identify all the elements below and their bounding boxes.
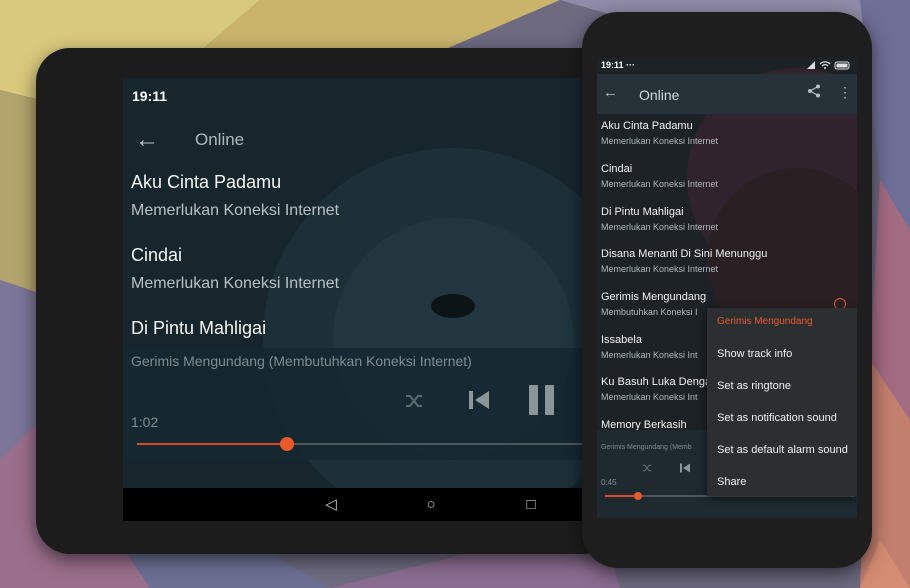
list-item[interactable]: Issabela Memerlukan Koneksi Int — [601, 334, 698, 360]
song-status: Memerlukan Koneksi Internet — [131, 275, 340, 292]
nav-recents-icon[interactable]: □ — [521, 495, 541, 515]
song-status: Memerlukan Koneksi Int — [601, 392, 698, 402]
phone-screen: 19:11 ··· ← Online ⋮ Aku Cinta Padamu Me… — [597, 58, 857, 518]
list-item[interactable]: Di Pintu Mahligai Memerlukan Koneksi Int… — [601, 206, 718, 232]
shuffle-icon[interactable] — [641, 462, 653, 474]
app-bar: ← Online — [123, 114, 593, 166]
navigation-bar: ◁ ○ □ — [123, 488, 593, 521]
list-item[interactable]: Ku Basuh Luka Denga Memerlukan Koneksi I… — [601, 376, 711, 402]
song-status: Memerlukan Koneksi Internet — [601, 136, 719, 146]
nav-back-icon[interactable]: ◁ — [321, 495, 341, 515]
context-menu: Gerimis Mengundang Show track info Set a… — [707, 308, 857, 496]
status-icons — [807, 60, 851, 72]
seek-progress — [137, 443, 288, 445]
shuffle-icon[interactable] — [403, 390, 425, 412]
status-time: 19:11 — [132, 88, 168, 104]
song-title: Aku Cinta Padamu — [131, 172, 282, 192]
list-item[interactable]: Gerimis Mengundang Membutuhkan Koneksi I — [601, 291, 706, 317]
song-status: Memerlukan Koneksi Internet — [601, 222, 719, 232]
song-status: Memerlukan Koneksi Internet — [601, 264, 719, 274]
song-title: Aku Cinta Padamu — [601, 120, 693, 132]
elapsed-time: 0:45 — [601, 478, 617, 487]
song-status: Membutuhkan Koneksi I — [601, 307, 698, 317]
song-title: Gerimis Mengundang — [601, 291, 707, 303]
menu-item-set-alarm[interactable]: Set as default alarm sound — [717, 444, 848, 456]
now-playing-text: Gerimis Mengundang (Memb — [601, 444, 692, 451]
nav-home-icon[interactable]: ○ — [421, 495, 441, 515]
app-bar: ← Online ⋮ — [597, 74, 857, 114]
menu-header: Gerimis Mengundang — [717, 316, 813, 327]
song-title: Cindai — [131, 245, 183, 265]
signal-wifi-battery-icon — [807, 61, 850, 70]
list-item[interactable]: Aku Cinta Padamu Memerlukan Koneksi Inte… — [131, 172, 339, 220]
song-title: Disana Menanti Di Sini Menunggu — [601, 248, 768, 260]
seek-bar[interactable] — [137, 437, 593, 451]
list-item[interactable]: Cindai Memerlukan Koneksi Internet — [601, 163, 718, 189]
share-icon[interactable] — [807, 84, 821, 98]
menu-item-set-notification[interactable]: Set as notification sound — [717, 412, 837, 424]
more-vert-icon[interactable]: ⋮ — [838, 84, 852, 101]
list-item[interactable]: Di Pintu Mahligai — [131, 318, 266, 339]
now-playing-text: Gerimis Mengundang (Membutuhkan Koneksi … — [131, 353, 472, 369]
song-title: Cindai — [601, 163, 633, 175]
list-item[interactable]: Disana Menanti Di Sini Menunggu Memerluk… — [601, 248, 767, 274]
player-bar: Gerimis Mengundang (Membutuhkan Koneksi … — [123, 348, 593, 460]
song-status: Memerlukan Koneksi Internet — [601, 179, 719, 189]
back-arrow-icon[interactable]: ← — [603, 84, 618, 101]
menu-item-share[interactable]: Share — [717, 476, 746, 488]
list-item[interactable]: Aku Cinta Padamu Memerlukan Koneksi Inte… — [601, 120, 718, 146]
seek-handle[interactable] — [633, 492, 642, 500]
song-title: Di Pintu Mahligai — [601, 206, 684, 218]
elapsed-time: 1:02 — [131, 414, 159, 430]
seek-progress — [605, 495, 638, 497]
list-item[interactable]: Cindai Memerlukan Koneksi Internet — [131, 245, 339, 293]
seek-handle[interactable] — [280, 437, 295, 451]
song-title: Ku Basuh Luka Denga — [601, 376, 712, 388]
previous-icon[interactable] — [467, 388, 491, 412]
song-title: Di Pintu Mahligai — [131, 318, 267, 338]
song-status: Memerlukan Koneksi Internet — [131, 202, 340, 219]
previous-icon[interactable] — [679, 462, 691, 474]
page-title: Online — [195, 130, 245, 149]
status-time: 19:11 ··· — [601, 60, 636, 70]
back-arrow-icon[interactable]: ← — [135, 126, 163, 154]
pause-icon[interactable] — [527, 384, 557, 416]
page-title: Online — [639, 87, 680, 103]
menu-item-set-ringtone[interactable]: Set as ringtone — [717, 380, 791, 392]
song-title: Issabela — [601, 334, 642, 346]
tablet-screen: 19:11 ← Online Aku Cinta Padamu Memerluk… — [123, 78, 593, 521]
song-status: Memerlukan Koneksi Int — [601, 350, 698, 360]
menu-item-show-track-info[interactable]: Show track info — [717, 348, 792, 360]
